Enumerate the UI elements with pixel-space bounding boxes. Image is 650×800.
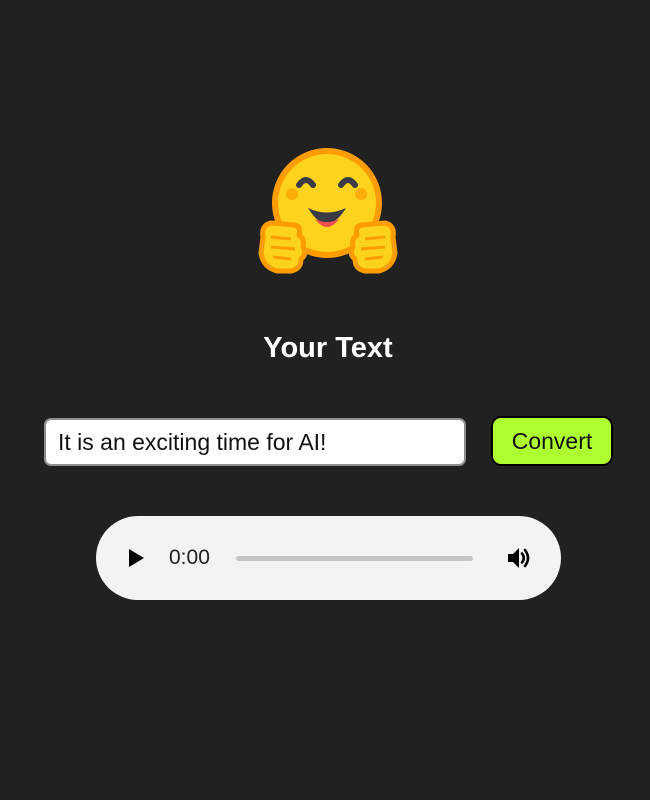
audio-progress-bar[interactable] xyxy=(236,556,473,561)
hugging-face-emoji-icon xyxy=(258,148,398,274)
volume-icon xyxy=(508,548,530,568)
play-icon xyxy=(129,549,144,567)
volume-button[interactable] xyxy=(502,542,538,574)
convert-button[interactable]: Convert xyxy=(491,416,613,466)
audio-player: 0:00 xyxy=(96,516,561,600)
time-display: 0:00 xyxy=(169,546,210,569)
page-title: Your Text xyxy=(263,332,393,364)
play-button[interactable] xyxy=(120,542,152,574)
text-input[interactable] xyxy=(44,418,466,466)
page: Your Text Convert 0:00 xyxy=(0,0,650,800)
